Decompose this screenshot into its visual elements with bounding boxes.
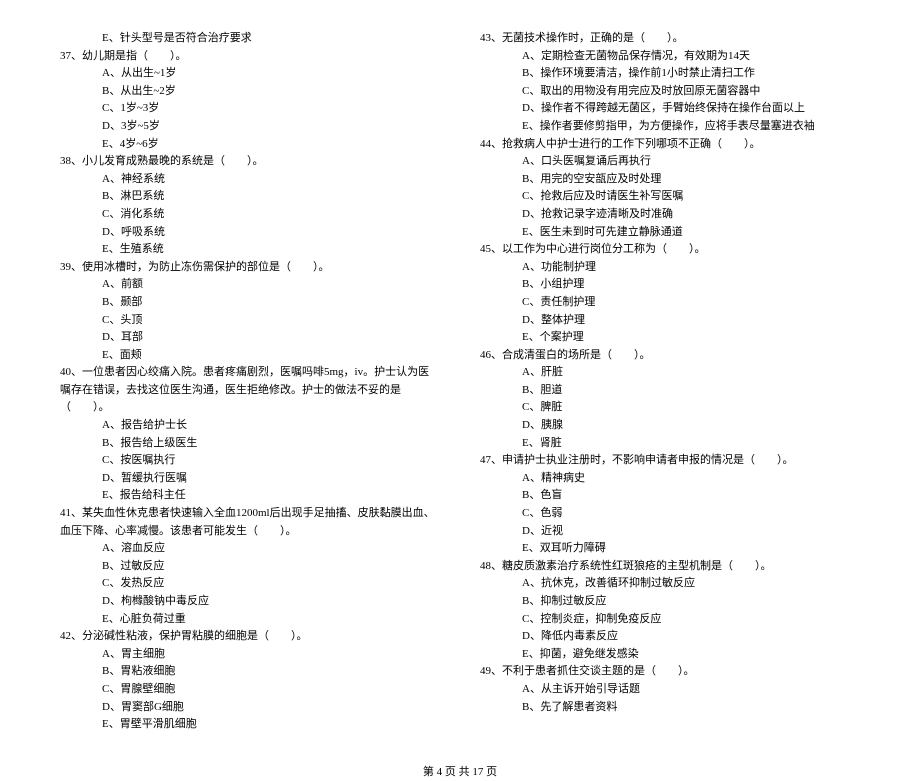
q42-opt-e: E、胃壁平滑肌细胞 — [60, 716, 440, 734]
q49-opt-a: A、从主诉开始引导话题 — [480, 681, 860, 699]
q39-text: 39、使用冰槽时，为防止冻伤需保护的部位是（ ）。 — [60, 259, 440, 277]
q37-opt-c: C、1岁~3岁 — [60, 100, 440, 118]
q38-opt-a: A、神经系统 — [60, 171, 440, 189]
q38-opt-e: E、生殖系统 — [60, 241, 440, 259]
q45-opt-b: B、小组护理 — [480, 276, 860, 294]
q38-text: 38、小儿发育成熟最晚的系统是（ ）。 — [60, 153, 440, 171]
q43-opt-c: C、取出的用物没有用完应及时放回原无菌容器中 — [480, 83, 860, 101]
q40-opt-a: A、报告给护士长 — [60, 417, 440, 435]
q43-opt-b: B、操作环境要清洁，操作前1小时禁止清扫工作 — [480, 65, 860, 83]
q45-opt-c: C、责任制护理 — [480, 294, 860, 312]
page-content: E、针头型号是否符合治疗要求 37、幼儿期是指（ ）。 A、从出生~1岁 B、从… — [0, 0, 920, 754]
q39-opt-e: E、面颊 — [60, 347, 440, 365]
q45-opt-a: A、功能制护理 — [480, 259, 860, 277]
q48-opt-d: D、降低内毒素反应 — [480, 628, 860, 646]
q37-opt-e: E、4岁~6岁 — [60, 136, 440, 154]
q48-opt-a: A、抗休克，改善循环抑制过敏反应 — [480, 575, 860, 593]
q37-opt-d: D、3岁~5岁 — [60, 118, 440, 136]
q43-opt-d: D、操作者不得跨越无菌区，手臂始终保持在操作台面以上 — [480, 100, 860, 118]
q43-opt-a: A、定期检查无菌物品保存情况，有效期为14天 — [480, 48, 860, 66]
q47-text: 47、申请护士执业注册时，不影响申请者申报的情况是（ ）。 — [480, 452, 860, 470]
q47-opt-a: A、精神病史 — [480, 470, 860, 488]
q44-opt-c: C、抢救后应及时请医生补写医嘱 — [480, 188, 860, 206]
q49-text: 49、不利于患者抓住交谈主题的是（ ）。 — [480, 663, 860, 681]
q46-opt-e: E、肾脏 — [480, 435, 860, 453]
q47-opt-e: E、双耳听力障碍 — [480, 540, 860, 558]
q37-text: 37、幼儿期是指（ ）。 — [60, 48, 440, 66]
q37-opt-a: A、从出生~1岁 — [60, 65, 440, 83]
right-column: 43、无菌技术操作时，正确的是（ ）。 A、定期检查无菌物品保存情况，有效期为1… — [480, 30, 860, 734]
q46-text: 46、合成清蛋白的场所是（ ）。 — [480, 347, 860, 365]
q42-opt-d: D、胃窦部G细胞 — [60, 699, 440, 717]
q42-opt-a: A、胃主细胞 — [60, 646, 440, 664]
q49-opt-b: B、先了解患者资料 — [480, 699, 860, 717]
q40-opt-c: C、按医嘱执行 — [60, 452, 440, 470]
q46-opt-a: A、肝脏 — [480, 364, 860, 382]
q41-opt-b: B、过敏反应 — [60, 558, 440, 576]
q41-opt-c: C、发热反应 — [60, 575, 440, 593]
q47-opt-b: B、色盲 — [480, 487, 860, 505]
q48-opt-c: C、控制炎症，抑制免疫反应 — [480, 611, 860, 629]
q48-opt-e: E、抑菌，避免继发感染 — [480, 646, 860, 664]
q45-opt-d: D、整体护理 — [480, 312, 860, 330]
q45-opt-e: E、个案护理 — [480, 329, 860, 347]
q44-opt-b: B、用完的空安瓿应及时处理 — [480, 171, 860, 189]
q41-opt-d: D、枸橼酸钠中毒反应 — [60, 593, 440, 611]
q40-opt-d: D、暂缓执行医嘱 — [60, 470, 440, 488]
q44-opt-a: A、口头医嘱复诵后再执行 — [480, 153, 860, 171]
page-footer: 第 4 页 共 17 页 — [0, 754, 920, 781]
q48-text: 48、糖皮质激素治疗系统性红斑狼疮的主型机制是（ ）。 — [480, 558, 860, 576]
q46-opt-d: D、胰腺 — [480, 417, 860, 435]
q38-opt-b: B、淋巴系统 — [60, 188, 440, 206]
q46-opt-c: C、脾脏 — [480, 399, 860, 417]
q41-text: 41、某失血性休克患者快速输入全血1200ml后出现手足抽搐、皮肤黏膜出血、血压… — [60, 505, 440, 540]
q39-opt-b: B、颞部 — [60, 294, 440, 312]
q39-opt-d: D、耳部 — [60, 329, 440, 347]
q38-opt-d: D、呼吸系统 — [60, 224, 440, 242]
q40-opt-e: E、报告给科主任 — [60, 487, 440, 505]
q46-opt-b: B、胆道 — [480, 382, 860, 400]
q36-opt-e: E、针头型号是否符合治疗要求 — [60, 30, 440, 48]
q47-opt-d: D、近视 — [480, 523, 860, 541]
q41-opt-a: A、溶血反应 — [60, 540, 440, 558]
q43-opt-e: E、操作者要修剪指甲，为方便操作，应将手表尽量塞进衣袖 — [480, 118, 860, 136]
q41-opt-e: E、心脏负荷过重 — [60, 611, 440, 629]
q47-opt-c: C、色弱 — [480, 505, 860, 523]
q39-opt-c: C、头顶 — [60, 312, 440, 330]
q37-opt-b: B、从出生~2岁 — [60, 83, 440, 101]
q40-text: 40、一位患者因心绞痛入院。患者疼痛剧烈，医嘱吗啡5mg，iv。护士认为医嘱存在… — [60, 364, 440, 417]
left-column: E、针头型号是否符合治疗要求 37、幼儿期是指（ ）。 A、从出生~1岁 B、从… — [60, 30, 440, 734]
q48-opt-b: B、抑制过敏反应 — [480, 593, 860, 611]
q44-opt-d: D、抢救记录字迹清晰及时准确 — [480, 206, 860, 224]
q42-opt-b: B、胃粘液细胞 — [60, 663, 440, 681]
q44-text: 44、抢救病人中护士进行的工作下列哪项不正确（ ）。 — [480, 136, 860, 154]
q42-opt-c: C、胃腺壁细胞 — [60, 681, 440, 699]
q42-text: 42、分泌碱性粘液，保护胃粘膜的细胞是（ ）。 — [60, 628, 440, 646]
q45-text: 45、以工作为中心进行岗位分工称为（ ）。 — [480, 241, 860, 259]
q40-opt-b: B、报告给上级医生 — [60, 435, 440, 453]
q44-opt-e: E、医生未到时可先建立静脉通道 — [480, 224, 860, 242]
q43-text: 43、无菌技术操作时，正确的是（ ）。 — [480, 30, 860, 48]
q38-opt-c: C、消化系统 — [60, 206, 440, 224]
q39-opt-a: A、前额 — [60, 276, 440, 294]
